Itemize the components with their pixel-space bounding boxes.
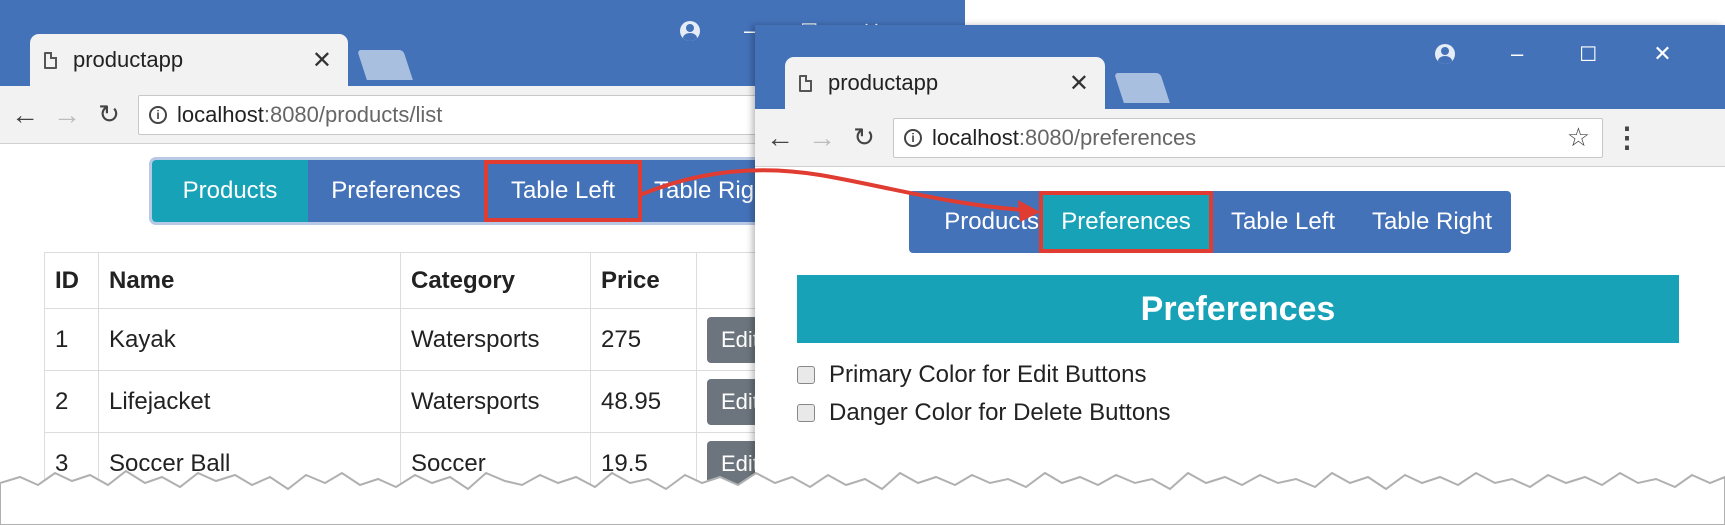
nav-products-button[interactable]: Products xyxy=(152,160,308,222)
back-arrow-icon[interactable]: ← xyxy=(8,99,42,131)
tab-title: productapp xyxy=(73,47,184,72)
table-row: 3 Soccer Ball Soccer 19.5 Edit xyxy=(44,432,837,495)
back-arrow-icon[interactable]: ← xyxy=(763,122,797,154)
forward-arrow-icon[interactable]: → xyxy=(50,99,84,131)
table-row: 2 Lifejacket Watersports 48.95 Edit xyxy=(44,370,837,433)
info-icon[interactable]: i xyxy=(149,105,167,124)
new-tab-button[interactable] xyxy=(1114,73,1170,103)
close-window-icon[interactable]: ✕ xyxy=(1653,41,1671,67)
nav-table-left-button[interactable]: Table Left xyxy=(1213,191,1353,253)
minimize-icon[interactable]: – xyxy=(1511,41,1523,67)
preferences-heading: Preferences xyxy=(797,275,1679,343)
forward-arrow-icon[interactable]: → xyxy=(805,122,839,154)
url-text: localhost:8080/products/list xyxy=(177,101,443,127)
reload-icon[interactable]: ↻ xyxy=(92,99,126,130)
profile-icon[interactable] xyxy=(1435,44,1455,64)
page-content: Products Preferences Table Left Table Ri… xyxy=(755,167,1725,525)
preference-label: Danger Color for Delete Buttons xyxy=(829,399,1171,426)
column-header: Price xyxy=(590,252,697,309)
cell-id: 3 xyxy=(44,432,99,495)
browser-toolbar: ← → ↻ i localhost:8080/preferences ☆ ⋮ xyxy=(755,109,1725,167)
preference-option[interactable]: Danger Color for Delete Buttons xyxy=(797,399,1171,427)
danger-color-checkbox[interactable] xyxy=(797,404,815,422)
url-text: localhost:8080/preferences xyxy=(932,124,1197,150)
browser-tab[interactable]: productapp ✕ xyxy=(30,34,348,86)
close-icon[interactable]: ✕ xyxy=(1069,69,1089,98)
bookmark-star-icon[interactable]: ☆ xyxy=(1567,122,1590,153)
info-icon[interactable]: i xyxy=(904,128,922,147)
cell-name: Lifejacket xyxy=(98,370,401,433)
cell-category: Watersports xyxy=(400,308,591,371)
nav-table-right-button[interactable]: Table Right xyxy=(1353,191,1511,253)
cell-name: Kayak xyxy=(98,308,401,371)
nav-button-group: Products Preferences Table Left Table Ri… xyxy=(152,160,792,222)
products-table: ID Name Category Price 1 Kayak Waterspor… xyxy=(44,252,837,495)
cell-id: 1 xyxy=(44,308,99,371)
column-header: Category xyxy=(400,252,591,309)
cell-category: Watersports xyxy=(400,370,591,433)
close-icon[interactable]: ✕ xyxy=(312,46,332,75)
nav-table-left-button[interactable]: Table Left xyxy=(484,160,642,222)
cell-name: Soccer Ball xyxy=(98,432,401,495)
table-row: 1 Kayak Watersports 275 Edit xyxy=(44,308,837,371)
reload-icon[interactable]: ↻ xyxy=(847,122,881,153)
browser-tab[interactable]: productapp ✕ xyxy=(785,57,1105,109)
cell-price: 275 xyxy=(590,308,697,371)
nav-preferences-button[interactable]: Preferences xyxy=(1039,191,1213,253)
cell-category: Soccer xyxy=(400,432,591,495)
column-header: ID xyxy=(44,252,99,309)
document-icon xyxy=(44,51,57,69)
window-controls: – ☐ ✕ xyxy=(1435,41,1672,67)
nav-preferences-button[interactable]: Preferences xyxy=(308,160,484,222)
document-icon xyxy=(799,74,812,92)
nav-button-group: Products Preferences Table Left Table Ri… xyxy=(909,191,1511,253)
kebab-menu-icon[interactable]: ⋮ xyxy=(1613,121,1641,154)
address-bar[interactable]: i localhost:8080/preferences ☆ xyxy=(893,117,1603,158)
profile-icon[interactable] xyxy=(680,21,700,41)
primary-color-checkbox[interactable] xyxy=(797,366,815,384)
table-header-row: ID Name Category Price xyxy=(44,252,837,309)
nav-products-button[interactable]: Products xyxy=(909,191,1039,253)
tab-title: productapp xyxy=(828,70,939,95)
maximize-icon[interactable]: ☐ xyxy=(1579,42,1597,67)
cell-price: 48.95 xyxy=(590,370,697,433)
preference-label: Primary Color for Edit Buttons xyxy=(829,361,1147,388)
cell-price: 19.5 xyxy=(590,432,697,495)
new-tab-button[interactable] xyxy=(357,50,413,80)
column-header: Name xyxy=(98,252,401,309)
right-browser-window: productapp ✕ – ☐ ✕ ← → ↻ i localhost:808… xyxy=(755,25,1725,525)
preference-option[interactable]: Primary Color for Edit Buttons xyxy=(797,361,1146,389)
cell-id: 2 xyxy=(44,370,99,433)
